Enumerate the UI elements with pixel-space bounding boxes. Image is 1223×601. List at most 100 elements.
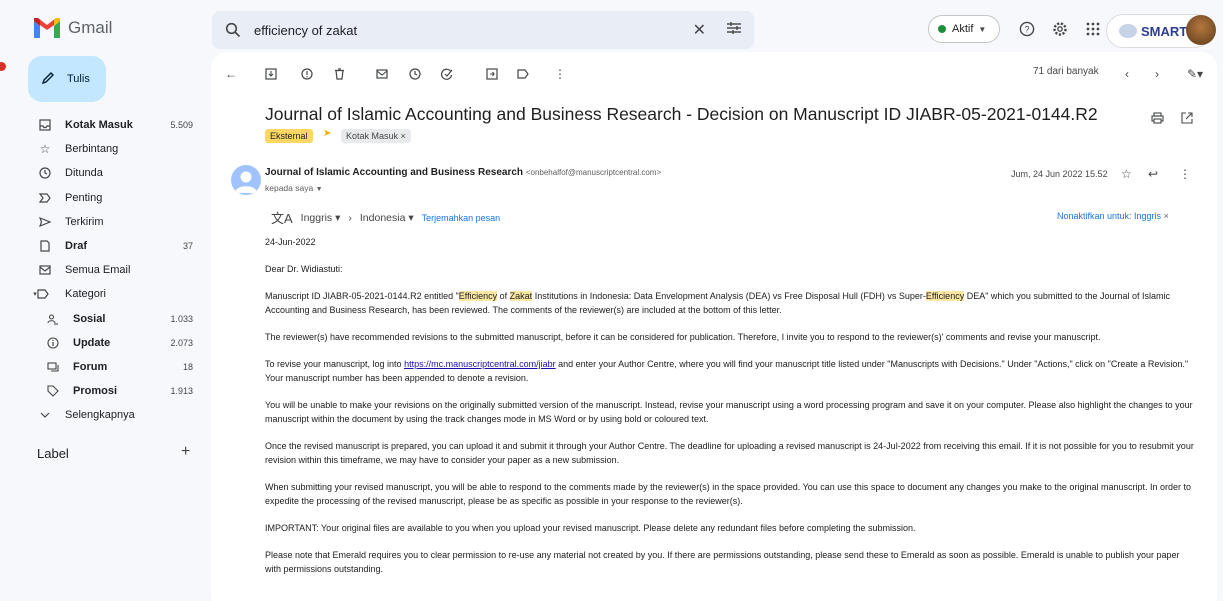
body-paragraph: The reviewer(s) have recommended revisio…: [265, 332, 1101, 342]
important-icon: [38, 191, 52, 205]
target-language-select[interactable]: Indonesia ▾: [360, 212, 414, 224]
sidebar-item-count: 1.913: [170, 386, 193, 397]
back-arrow-icon[interactable]: ←: [225, 66, 237, 82]
sidebar-item-more[interactable]: Selengkapnya: [30, 403, 205, 427]
remove-label-icon[interactable]: ×: [401, 131, 406, 141]
body-date: 24-Jun-2022: [265, 237, 316, 247]
sidebar-item-label: Ditunda: [65, 167, 103, 180]
more-options-icon[interactable]: ⋮: [554, 66, 566, 82]
email-body: 24-Jun-2022 Dear Dr. Widiastuti: Manuscr…: [265, 235, 1195, 589]
forum-icon: [46, 360, 60, 374]
help-icon[interactable]: ?: [1018, 20, 1036, 38]
input-tools-icon[interactable]: ✎▾: [1187, 66, 1203, 82]
sidebar-item-count: 18: [182, 361, 193, 372]
body-greeting: Dear Dr. Widiastuti:: [265, 264, 343, 274]
label-inbox-chip[interactable]: Kotak Masuk ×: [341, 129, 411, 143]
add-label-icon[interactable]: +: [181, 443, 190, 461]
status-dot-icon: [938, 25, 946, 33]
sidebar-item-snoozed[interactable]: Ditunda: [30, 161, 205, 185]
draft-icon: [38, 239, 52, 253]
gmail-logo[interactable]: Gmail: [34, 17, 112, 39]
apps-grid-icon[interactable]: [1084, 20, 1102, 38]
sidebar-item-starred[interactable]: ☆ Berbintang: [30, 137, 205, 161]
sidebar-item-label: Penting: [65, 191, 103, 204]
sidebar-item-categories[interactable]: ▾ Kategori: [30, 282, 205, 306]
sidebar-item-promotions[interactable]: Promosi 1.913: [30, 379, 205, 403]
search-highlight: Efficiency: [458, 291, 498, 301]
sidebar-item-drafts[interactable]: Draf 37: [30, 234, 205, 258]
archive-icon[interactable]: [265, 66, 277, 82]
sidebar-item-label: Promosi: [73, 385, 118, 398]
translate-bar: 文A Inggris ▾ › Indonesia ▾ Terjemahkan p…: [271, 208, 500, 227]
search-options-icon[interactable]: [726, 21, 742, 40]
search-highlight: Zakat: [509, 291, 533, 301]
clear-search-icon[interactable]: ✕: [693, 20, 706, 40]
sidebar-item-label: Kotak Masuk: [65, 119, 133, 132]
newer-chevron-icon[interactable]: ‹: [1125, 66, 1129, 82]
report-spam-icon[interactable]: [301, 66, 313, 82]
source-language-select[interactable]: Inggris ▾: [301, 212, 341, 224]
clock-icon: [38, 166, 52, 180]
sidebar-item-count: 2.073: [170, 337, 193, 348]
status-selector[interactable]: Aktif ▼: [928, 15, 1000, 43]
compose-button[interactable]: Tulis: [28, 56, 106, 102]
body-paragraph: IMPORTANT: Your original files are avail…: [265, 523, 916, 533]
snooze-icon[interactable]: [409, 66, 421, 82]
sidebar-item-important[interactable]: Penting: [30, 186, 205, 210]
sidebar-item-forums[interactable]: Forum 18: [30, 355, 205, 379]
info-icon: [46, 336, 60, 350]
close-icon: ×: [1163, 211, 1169, 221]
caret-down-icon: ▼: [315, 186, 323, 193]
inbox-icon: [38, 118, 52, 132]
sender-line: Journal of Islamic Accounting and Busine…: [265, 167, 661, 178]
sidebar-item-label: Draf: [65, 240, 88, 253]
search-input[interactable]: efficiency of zakat: [254, 23, 693, 38]
sender-email: <onbehalfof@manuscriptcentral.com>: [525, 168, 662, 177]
sidebar-item-label: Selengkapnya: [65, 409, 135, 422]
sidebar-item-label: Update: [73, 336, 111, 349]
star-icon: ☆: [39, 142, 51, 157]
older-chevron-icon[interactable]: ›: [1155, 66, 1159, 82]
reply-icon[interactable]: ↩: [1148, 166, 1158, 182]
email-view: ← ⋮ 71 dari banyak ‹ › ✎▾ Journal of Isl…: [211, 52, 1217, 601]
search-icon[interactable]: [224, 21, 242, 39]
tag-icon: [46, 384, 60, 398]
sidebar-item-inbox[interactable]: Kotak Masuk 5.509: [30, 113, 205, 137]
disable-translate-link[interactable]: Nonaktifkan untuk: Inggris ×: [1057, 211, 1169, 221]
add-task-icon[interactable]: [441, 66, 453, 82]
sidebar-nav: Kotak Masuk 5.509 ☆ Berbintang Ditunda P…: [30, 113, 205, 427]
compose-label: Tulis: [67, 73, 90, 85]
translate-message-link[interactable]: Terjemahkan pesan: [422, 213, 501, 223]
sidebar-item-sent[interactable]: Terkirim: [30, 210, 205, 234]
send-icon: [38, 215, 52, 229]
recipient-details[interactable]: kepada saya ▼: [265, 183, 323, 193]
org-logo-icon: [1119, 24, 1137, 38]
print-icon[interactable]: [1151, 110, 1164, 126]
label-external-chip[interactable]: Eksternal: [265, 129, 313, 143]
sender-name[interactable]: Journal of Islamic Accounting and Busine…: [265, 167, 523, 178]
delete-icon[interactable]: [334, 66, 345, 82]
manuscript-central-link[interactable]: https://mc.manuscriptcentral.com/jiabr: [404, 359, 556, 369]
body-paragraph: Manuscript ID JIABR-05-2021-0144.R2 enti…: [265, 291, 1170, 315]
star-email-icon[interactable]: ☆: [1121, 166, 1132, 182]
mark-unread-icon[interactable]: [376, 66, 388, 82]
search-bar[interactable]: efficiency of zakat ✕: [212, 11, 754, 49]
label-as-icon[interactable]: [517, 66, 529, 82]
pencil-icon: [41, 71, 55, 88]
pagination-text: 71 dari banyak: [1033, 66, 1099, 77]
sidebar-item-all-mail[interactable]: Semua Email: [30, 258, 205, 282]
body-paragraph: To revise your manuscript, log into http…: [265, 359, 1189, 383]
label-arrow-icon: ➤: [323, 128, 332, 139]
sidebar-item-label: Kategori: [65, 288, 106, 301]
open-new-window-icon[interactable]: [1181, 110, 1193, 126]
sidebar-item-updates[interactable]: Update 2.073: [30, 331, 205, 355]
account-avatar[interactable]: [1186, 15, 1216, 45]
settings-icon[interactable]: [1051, 20, 1069, 38]
org-name: SMART: [1141, 23, 1188, 39]
more-email-options-icon[interactable]: ⋮: [1179, 166, 1191, 182]
caret-down-icon: ▼: [978, 24, 987, 34]
sender-avatar[interactable]: [231, 165, 261, 195]
sidebar-item-social[interactable]: Sosial 1.033: [30, 307, 205, 331]
people-icon: [46, 312, 60, 326]
move-to-icon[interactable]: [486, 66, 498, 82]
